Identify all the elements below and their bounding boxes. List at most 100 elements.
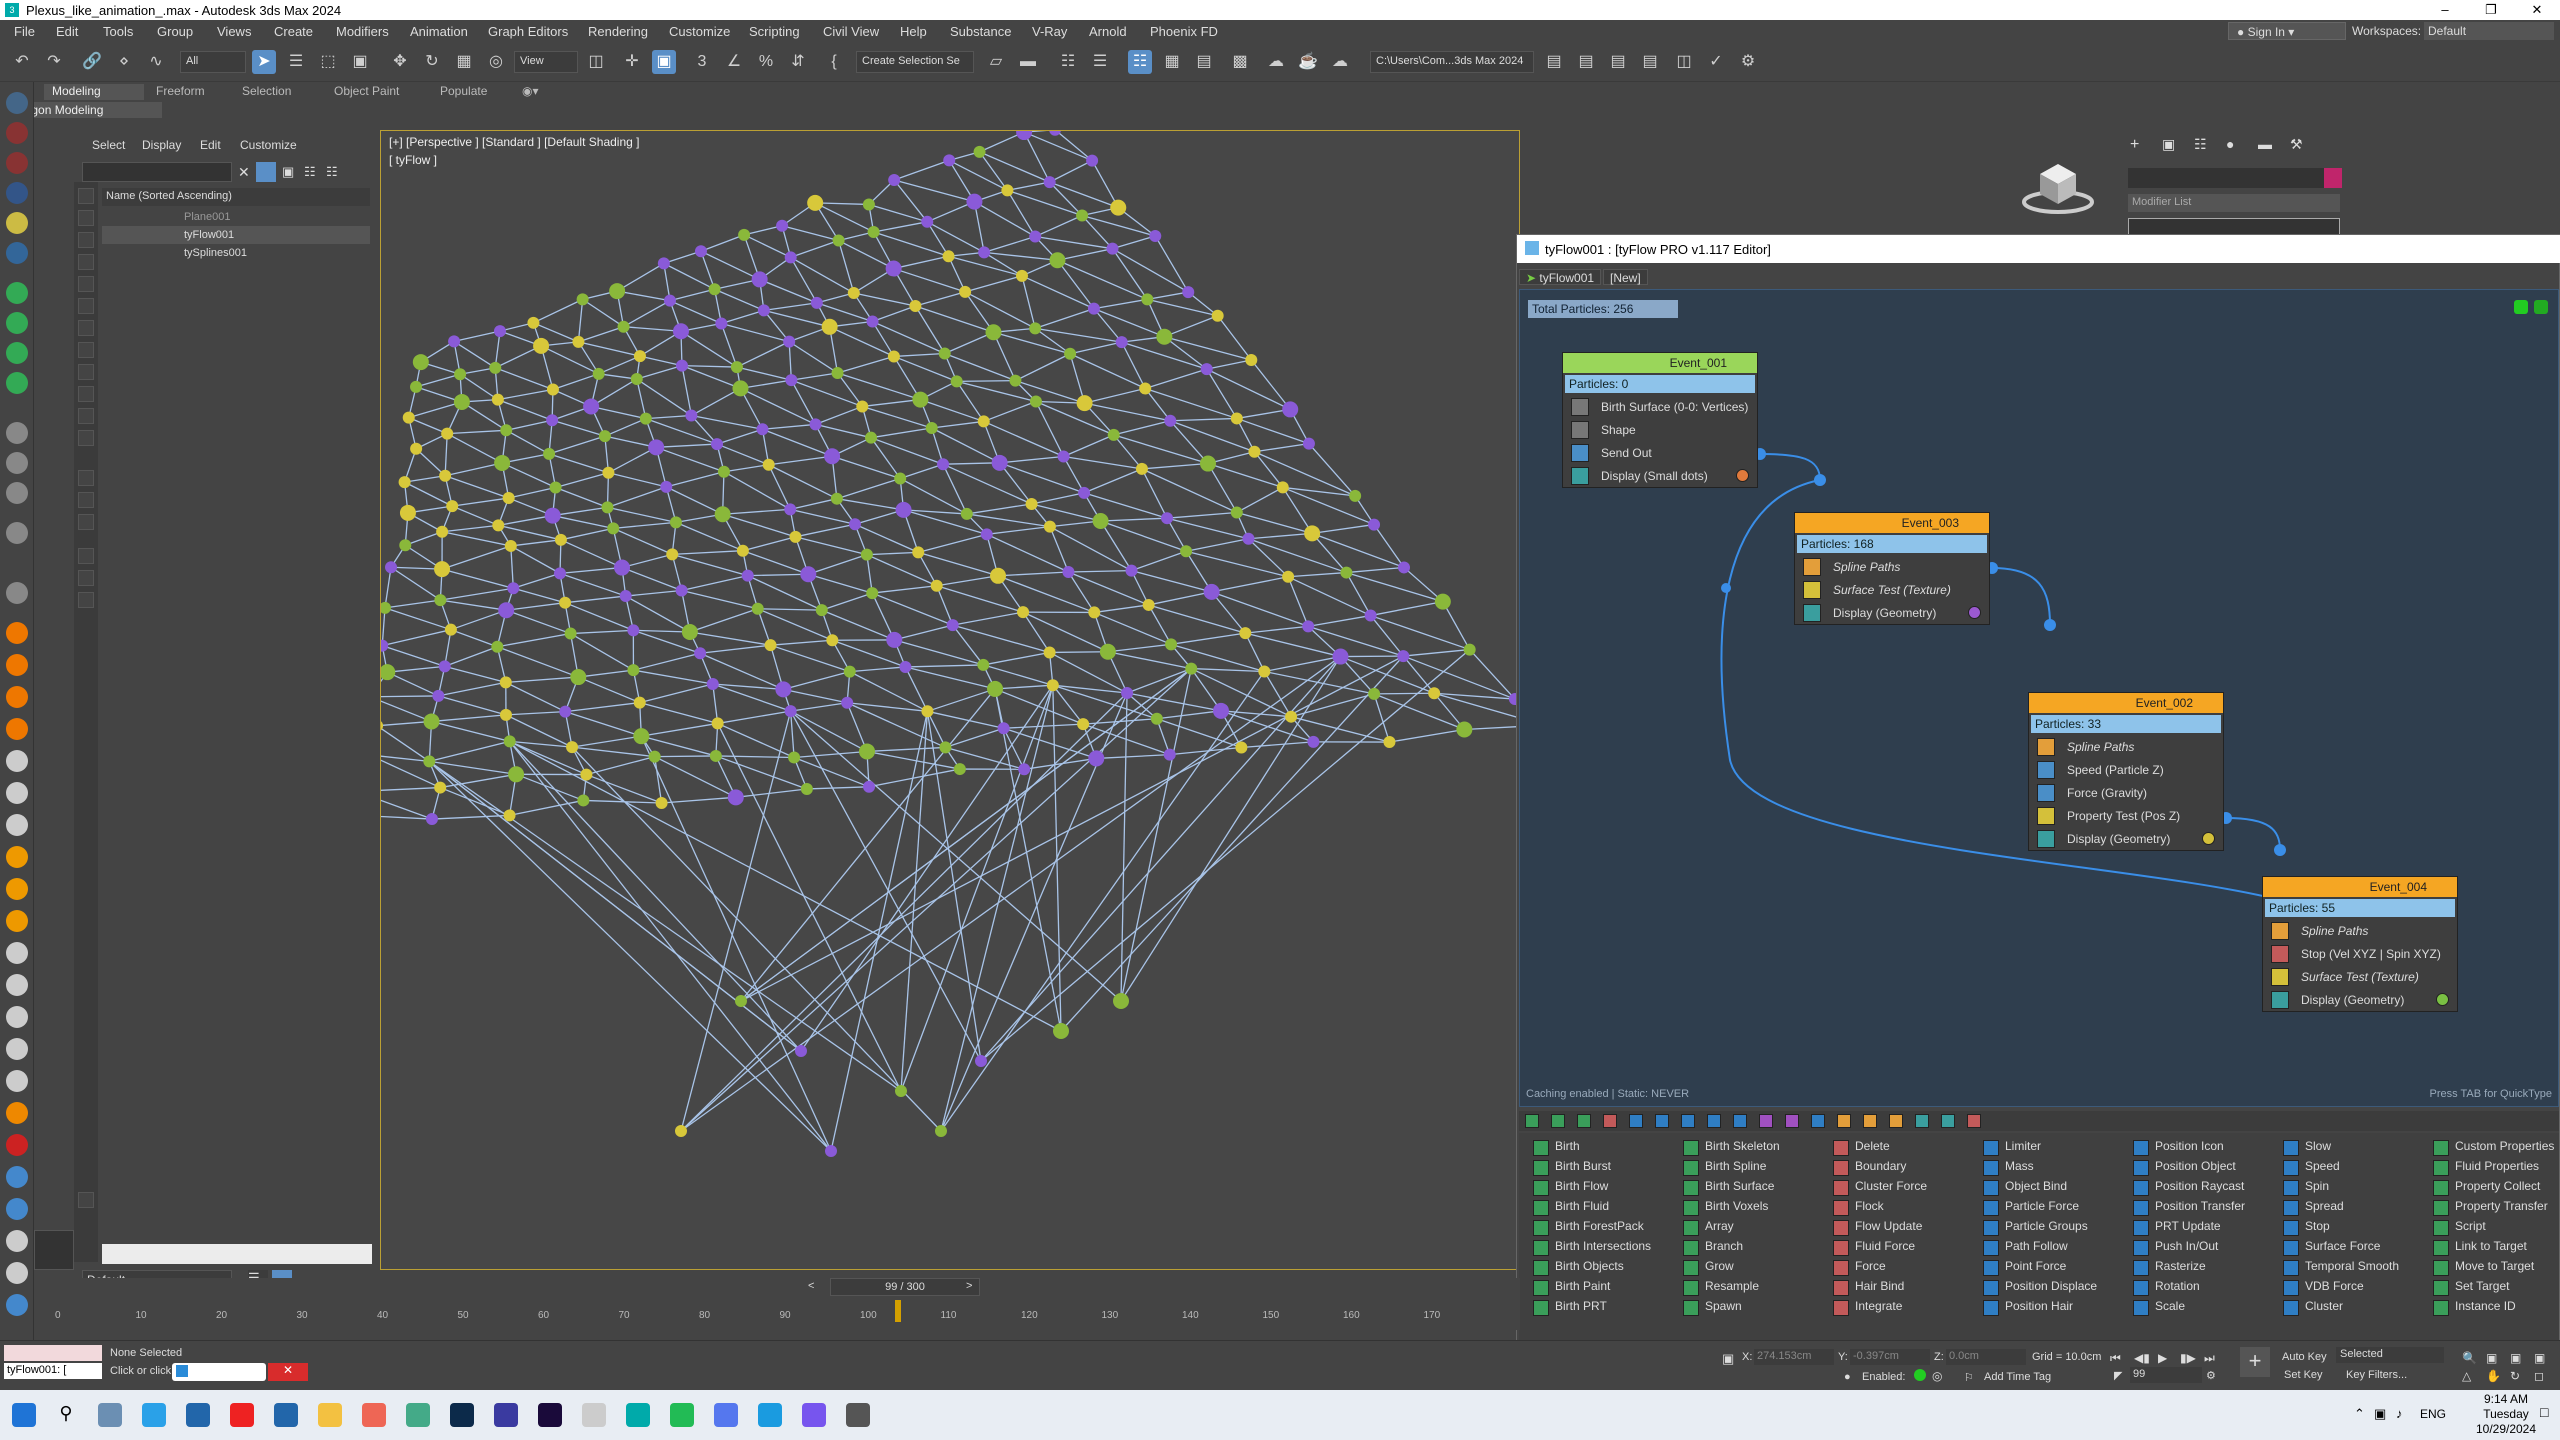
modify-icon[interactable] [6,122,28,144]
palette-operator[interactable]: Spin [2277,1179,2427,1199]
modify-tab-icon[interactable]: ▣ [2162,136,2175,153]
explorer-tab-display[interactable]: Display [142,138,181,152]
smoke-icon[interactable] [6,718,28,740]
align-icon[interactable]: ▬ [1016,50,1040,74]
operator-force[interactable]: Force (Gravity) [2029,781,2223,804]
toggle-ribbon-icon[interactable]: ☰ [1088,50,1112,74]
filter-containers-icon[interactable] [78,386,94,402]
spinner-snap-icon[interactable]: ⇵ [786,50,810,74]
skype-icon[interactable] [758,1403,782,1427]
clock-time[interactable]: 9:14 AM [2476,1392,2536,1406]
lock-icon[interactable]: ▣ [282,164,294,180]
foam-icon[interactable] [6,782,28,804]
palette-operator[interactable]: Rotation [2127,1279,2277,1299]
link-icon[interactable]: 🔗 [80,50,104,74]
mirror-icon[interactable]: ▱ [984,50,1008,74]
prev-frame-icon[interactable]: < [808,1280,814,1292]
after-effects-icon[interactable] [538,1403,562,1427]
display-tab-icon[interactable]: ▬ [2258,136,2272,152]
viewcube[interactable] [2018,158,2098,218]
sign-in-dropdown[interactable]: ● Sign In ▾ [2228,22,2346,40]
ribbon-tab-populate[interactable]: Populate [432,84,495,100]
close-button[interactable]: ✕ [2514,0,2560,20]
category-filter-icon[interactable] [1551,1114,1565,1128]
light-icon[interactable] [6,878,28,900]
popup-close-button[interactable]: ✕ [268,1363,308,1381]
time-tag-icon[interactable]: ⚐ [1964,1371,1974,1384]
palette-operator[interactable]: Birth Intersections [1527,1239,1677,1259]
next-frame-icon[interactable]: > [966,1280,972,1292]
select-object-icon[interactable]: ➤ [252,50,276,74]
operator-spline-paths[interactable]: Spline Paths [2029,735,2223,758]
viber-icon[interactable] [802,1403,826,1427]
category-filter-icon[interactable] [1967,1114,1981,1128]
blue-sphere-icon[interactable] [6,1166,28,1188]
key-filters-button[interactable]: Key Filters... [2346,1369,2407,1381]
schematic-view-icon[interactable]: ▦ [1160,50,1184,74]
project-path-dropdown[interactable]: C:\Users\Com...3ds Max 2024 [1370,51,1534,73]
curve-editor-icon[interactable]: ☷ [1128,50,1152,74]
time-slider[interactable]: 99 / 300 [830,1278,980,1296]
filter-shapes-icon[interactable] [78,210,94,226]
filter-geometry-icon[interactable] [78,188,94,204]
time-config-icon[interactable]: ⚙ [2206,1369,2216,1382]
filter-groups-icon[interactable] [78,320,94,336]
select-manipulate-icon[interactable]: ✛ [620,50,644,74]
palette-operator[interactable]: Birth Paint [1527,1279,1677,1299]
palette-operator[interactable]: Birth Surface [1677,1179,1827,1199]
modifier-list-dropdown[interactable]: Modifier List [2128,194,2340,212]
operator-display-geometry[interactable]: Display (Geometry) [2029,827,2223,850]
move-icon[interactable]: ✥ [388,50,412,74]
palette-operator[interactable]: Position Displace [1977,1279,2127,1299]
operator-send-out[interactable]: Send Out [1563,441,1757,464]
ribbon-options-icon[interactable]: ◉▾ [514,84,547,100]
red-sphere-icon[interactable] [6,1134,28,1156]
settings-gear-icon[interactable]: ⚙ [1736,50,1760,74]
play-icon[interactable] [6,422,28,444]
maxscript-listener-mini[interactable] [4,1345,102,1361]
edit-named-selection-icon[interactable]: { [822,50,846,74]
palette-operator[interactable]: Position Hair [1977,1299,2127,1319]
filter-bones-icon[interactable] [78,364,94,380]
cameras-icon[interactable] [6,342,28,364]
menu-help[interactable]: Help [900,24,927,39]
menu-modifiers[interactable]: Modifiers [336,24,389,39]
options-icon[interactable] [78,592,94,608]
liquid-icon[interactable] [6,686,28,708]
volume-icon[interactable]: ♪ [2396,1406,2403,1421]
popup-toolbar[interactable] [172,1363,266,1381]
unlink-icon[interactable]: ⋄ [112,50,136,74]
mesher-icon[interactable] [6,1070,28,1092]
menu-group[interactable]: Group [157,24,193,39]
isolate-icon[interactable]: ◎ [1932,1369,1942,1383]
menu-animation[interactable]: Animation [410,24,468,39]
z-coordinate-field[interactable]: 0.0cm [1946,1349,2026,1365]
goto-start-icon[interactable]: ⏮ [2110,1351,2121,1366]
palette-operator[interactable]: Position Raycast [2127,1179,2277,1199]
utilities-icon[interactable] [6,242,28,264]
fire-icon[interactable] [6,622,28,644]
filter-icon[interactable] [256,162,276,182]
object-color-swatch[interactable] [2324,168,2342,188]
maximize-button[interactable]: ❐ [2468,0,2514,20]
operator-surface-test[interactable]: Surface Test (Texture) [1795,578,1989,601]
palette-operator[interactable]: Temporal Smooth [2277,1259,2427,1279]
language-indicator[interactable]: ENG [2420,1407,2446,1421]
zoom-extents-icon[interactable]: ▣ [2510,1351,2521,1365]
operator-display-small-dots[interactable]: Display (Small dots) [1563,464,1757,487]
start-icon[interactable] [12,1403,36,1427]
particles-icon[interactable] [6,750,28,772]
collapse-arrow-icon[interactable] [78,1192,94,1208]
scale-icon[interactable]: ▦ [452,50,476,74]
menu-substance[interactable]: Substance [950,24,1011,39]
palette-operator[interactable]: Hair Bind [1827,1279,1977,1299]
hierarchy-sort-icon[interactable]: ☷ [304,164,316,180]
palette-operator[interactable]: Delete [1827,1139,1977,1159]
ribbon-tab-modeling[interactable]: Modeling [44,84,144,100]
palette-operator[interactable]: Cluster [2277,1299,2427,1319]
palette-operator[interactable]: Set Target [2427,1279,2560,1299]
ocean-icon[interactable] [6,974,28,996]
set-key-big-button[interactable]: + [2240,1347,2270,1377]
clock-date[interactable]: 10/29/2024 [2470,1422,2542,1436]
palette-operator[interactable]: Birth Objects [1527,1259,1677,1279]
